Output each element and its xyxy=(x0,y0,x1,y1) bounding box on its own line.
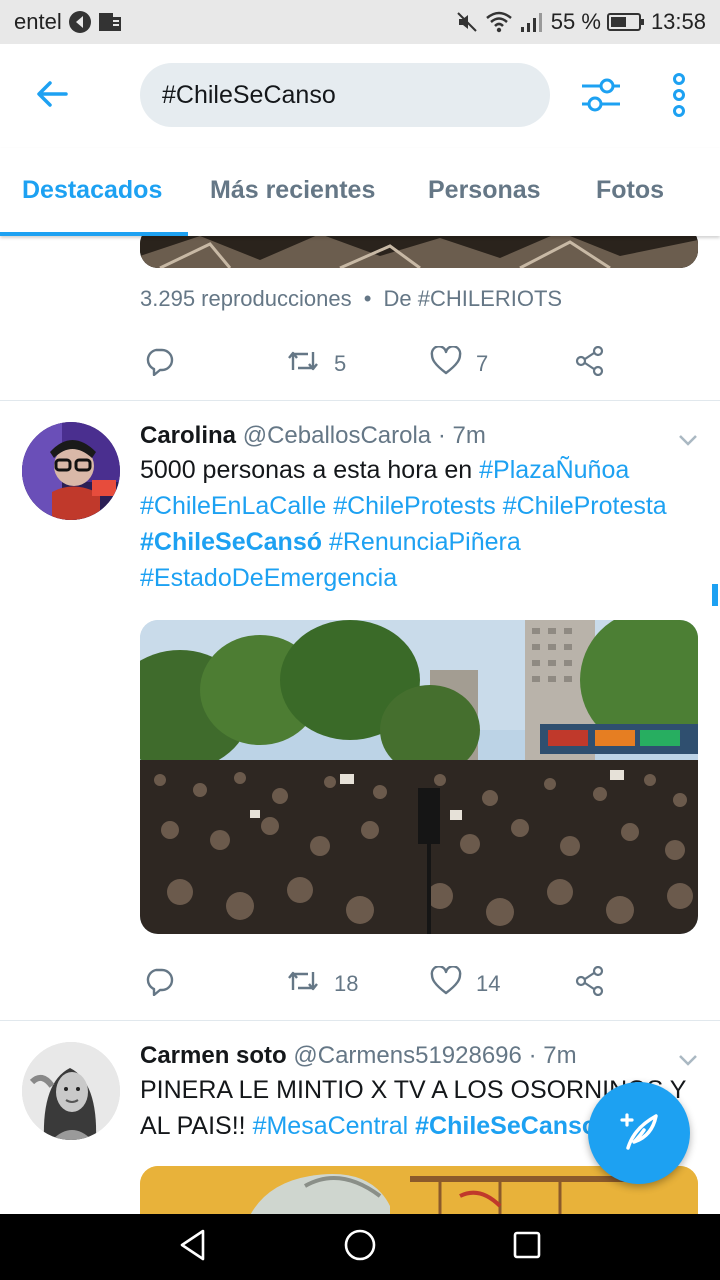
more-options-icon[interactable] xyxy=(664,72,694,118)
hashtag-link[interactable]: #EstadoDeEmergencia xyxy=(140,564,397,592)
battery-icon xyxy=(606,12,645,32)
retweet-count: 5 xyxy=(334,351,347,376)
tab-mas-recientes[interactable]: Más recientes xyxy=(210,176,375,205)
retweet-icon xyxy=(286,966,320,1002)
chevron-down-icon[interactable] xyxy=(676,1048,700,1072)
hashtag-link[interactable]: #ChileProtests xyxy=(333,492,496,520)
heart-icon xyxy=(430,345,462,382)
tweet-video[interactable] xyxy=(140,236,698,268)
meta-separator: • xyxy=(363,286,372,311)
author-handle[interactable]: @Carmens51928696 xyxy=(293,1042,522,1069)
search-header: #ChileSeCanso xyxy=(0,44,720,148)
sim-card-icon xyxy=(98,11,122,33)
wifi-icon xyxy=(485,11,513,33)
hashtag-link[interactable]: #ChileProtesta xyxy=(503,492,667,520)
source-hashtag[interactable]: #CHILERIOTS xyxy=(418,286,562,311)
tweet-time: · 7m xyxy=(528,1042,577,1069)
tweet-time: · 7m xyxy=(437,422,486,449)
tab-fotos[interactable]: Fotos xyxy=(596,176,664,205)
share-icon xyxy=(574,965,606,1002)
scrollbar-thumb[interactable] xyxy=(712,584,718,606)
battery-percent: 55 % xyxy=(550,9,601,34)
tweet-actions: 5 7 xyxy=(140,345,620,386)
carrier-label: entel xyxy=(14,9,62,34)
video-meta: 3.295 reproducciones • De #CHILERIOTS xyxy=(140,286,562,312)
avatar[interactable] xyxy=(22,422,120,520)
compose-tweet-button[interactable] xyxy=(588,1082,690,1184)
author-name[interactable]: Carmen soto xyxy=(140,1042,287,1069)
reply-button[interactable] xyxy=(144,346,174,382)
like-button[interactable]: 7 xyxy=(430,345,489,382)
clock: 13:58 xyxy=(650,9,706,34)
search-query: #ChileSeCanso xyxy=(162,80,336,109)
hashtag-link-searched[interactable]: #ChileSeCanso xyxy=(415,1112,597,1140)
share-button[interactable] xyxy=(574,345,606,382)
retweet-icon xyxy=(286,346,320,382)
avatar[interactable] xyxy=(22,1042,120,1140)
retweet-button[interactable]: 5 xyxy=(286,346,346,382)
active-tab-indicator xyxy=(0,232,188,236)
share-icon xyxy=(574,345,606,382)
like-count: 14 xyxy=(476,971,501,996)
search-tabs: Destacados Más recientes Personas Fotos xyxy=(0,148,720,236)
nav-recents-icon[interactable] xyxy=(511,1229,543,1266)
reply-icon xyxy=(144,346,174,382)
filter-settings-icon[interactable] xyxy=(578,72,624,118)
from-label: De xyxy=(383,286,412,311)
tweet-actions: 18 14 xyxy=(140,965,620,1006)
back-arrow-icon[interactable] xyxy=(30,72,74,116)
author-handle[interactable]: @CeballosCarola xyxy=(243,422,431,449)
nav-home-icon[interactable] xyxy=(342,1227,378,1268)
chevron-down-icon[interactable] xyxy=(676,428,700,452)
tweet-divider xyxy=(0,400,720,401)
compose-feather-icon xyxy=(614,1106,664,1161)
mute-icon xyxy=(455,10,479,34)
tweet-divider xyxy=(0,1020,720,1021)
hashtag-link-searched[interactable]: #ChileSeCansó xyxy=(140,528,322,556)
tweet-text-plain: AL PAIS!! xyxy=(140,1112,246,1140)
tab-destacados[interactable]: Destacados xyxy=(22,176,162,205)
tweet-text: 5000 personas a esta hora en #PlazaÑuñoa… xyxy=(140,452,700,596)
system-nav-bar xyxy=(0,1214,720,1280)
heart-icon xyxy=(430,965,462,1002)
hashtag-link[interactable]: #ChileEnLaCalle xyxy=(140,492,326,520)
tweet-feed: 3.295 reproducciones • De #CHILERIOTS 5 … xyxy=(0,236,720,1214)
hashtag-link[interactable]: #MesaCentral xyxy=(253,1112,409,1140)
hashtag-link[interactable]: #PlazaÑuñoa xyxy=(479,456,629,484)
author-name[interactable]: Carolina xyxy=(140,422,236,449)
reply-button[interactable] xyxy=(144,966,174,1002)
like-count: 7 xyxy=(476,351,489,376)
search-input[interactable]: #ChileSeCanso xyxy=(140,63,550,127)
reply-icon xyxy=(144,966,174,1002)
tweet-header: Carolina @CeballosCarola · 7m xyxy=(140,422,486,450)
signal-icon xyxy=(519,11,545,33)
tab-personas[interactable]: Personas xyxy=(428,176,541,205)
tweet-header: Carmen soto @Carmens51928696 · 7m xyxy=(140,1042,577,1070)
navigation-app-icon xyxy=(68,10,92,34)
nav-back-icon[interactable] xyxy=(177,1228,209,1267)
share-button[interactable] xyxy=(574,965,606,1002)
like-button[interactable]: 14 xyxy=(430,965,501,1002)
retweet-button[interactable]: 18 xyxy=(286,966,358,1002)
view-count: 3.295 reproducciones xyxy=(140,286,352,311)
retweet-count: 18 xyxy=(334,971,359,996)
tweet-photo[interactable] xyxy=(140,620,698,934)
status-bar: entel 55 % 13:58 xyxy=(0,0,720,44)
hashtag-link[interactable]: #RenunciaPiñera xyxy=(329,528,521,556)
tweet-text-plain: 5000 personas a esta hora en xyxy=(140,456,473,484)
